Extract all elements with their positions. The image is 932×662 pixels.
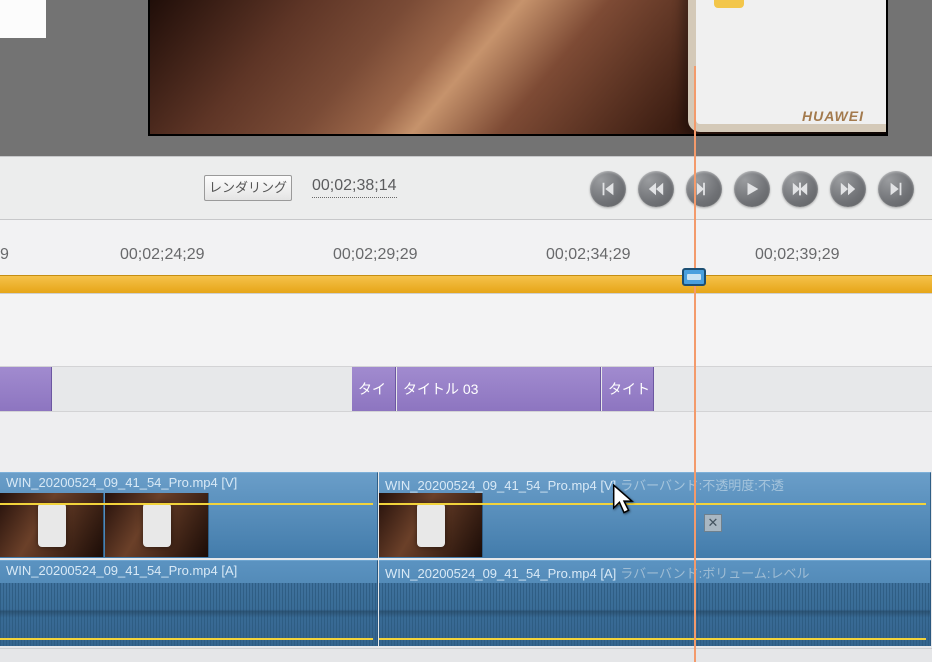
audio-clip[interactable]: WIN_20200524_09_41_54_Pro.mp4 [A]: [0, 560, 378, 646]
audio-track[interactable]: WIN_20200524_09_41_54_Pro.mp4 [A] WIN_20…: [0, 560, 932, 648]
next-button[interactable]: [830, 171, 866, 207]
clip-label: WIN_20200524_09_41_54_Pro.mp4 [V]ラバーバンド:…: [385, 475, 784, 494]
clip-label: WIN_20200524_09_41_54_Pro.mp4 [V]: [6, 475, 241, 490]
audio-clip[interactable]: WIN_20200524_09_41_54_Pro.mp4 [A]ラバーバンド:…: [379, 560, 931, 646]
ruler-tick: 9: [0, 246, 9, 264]
video-clip[interactable]: WIN_20200524_09_41_54_Pro.mp4 [V]ラバーバンド:…: [379, 472, 931, 558]
rubber-band-line[interactable]: [379, 503, 926, 505]
play-button[interactable]: [734, 171, 770, 207]
clip-label: WIN_20200524_09_41_54_Pro.mp4 [A]: [6, 563, 241, 578]
work-area-bar[interactable]: [0, 275, 932, 293]
preview-area: HUAWEI: [0, 0, 932, 156]
go-to-start-button[interactable]: [590, 171, 626, 207]
ruler-tick: 00;02;39;29: [755, 246, 840, 264]
device-brand-label: HUAWEI: [802, 108, 864, 124]
panel-stub: [0, 0, 46, 38]
title-clip[interactable]: タイトル 03: [397, 367, 601, 411]
render-button[interactable]: レンダリング: [204, 175, 292, 201]
title-clip[interactable]: タイト: [602, 367, 654, 411]
time-ruler[interactable]: 9 00;02;24;29 00;02;29;29 00;02;34;29 00…: [0, 220, 932, 294]
close-icon[interactable]: ✕: [704, 514, 722, 532]
playhead-handle[interactable]: [682, 268, 706, 286]
title-clip[interactable]: タイ: [352, 367, 396, 411]
ruler-tick: 00;02;34;29: [546, 246, 631, 264]
timeline-toolbar: レンダリング 00;02;38;14: [0, 156, 932, 220]
rubber-band-line[interactable]: [0, 638, 373, 640]
timeline-tracks: タイ タイトル 03 タイト WIN_20200524_09_41_54_Pro…: [0, 294, 932, 662]
title-track[interactable]: タイ タイトル 03 タイト: [0, 366, 932, 412]
rubber-band-line[interactable]: [379, 638, 926, 640]
track-gap: [0, 412, 932, 472]
track-gap: [0, 648, 932, 662]
previous-button[interactable]: [638, 171, 674, 207]
ruler-tick: 00;02;24;29: [120, 246, 205, 264]
title-clip[interactable]: [0, 367, 52, 411]
track-gap: [0, 294, 932, 366]
waveform: [0, 583, 377, 646]
transport-controls: [590, 171, 914, 207]
video-clip[interactable]: WIN_20200524_09_41_54_Pro.mp4 [V]: [0, 472, 378, 558]
program-monitor[interactable]: HUAWEI: [148, 0, 888, 136]
go-to-end-button[interactable]: [878, 171, 914, 207]
rubber-band-line[interactable]: [0, 503, 373, 505]
current-timecode[interactable]: 00;02;38;14: [312, 177, 397, 198]
video-track[interactable]: WIN_20200524_09_41_54_Pro.mp4 [V] WIN_20…: [0, 472, 932, 560]
waveform: [379, 583, 930, 646]
step-forward-button[interactable]: [782, 171, 818, 207]
clip-label: WIN_20200524_09_41_54_Pro.mp4 [A]ラバーバンド:…: [385, 563, 810, 582]
step-back-button[interactable]: [686, 171, 722, 207]
ruler-tick: 00;02;29;29: [333, 246, 418, 264]
